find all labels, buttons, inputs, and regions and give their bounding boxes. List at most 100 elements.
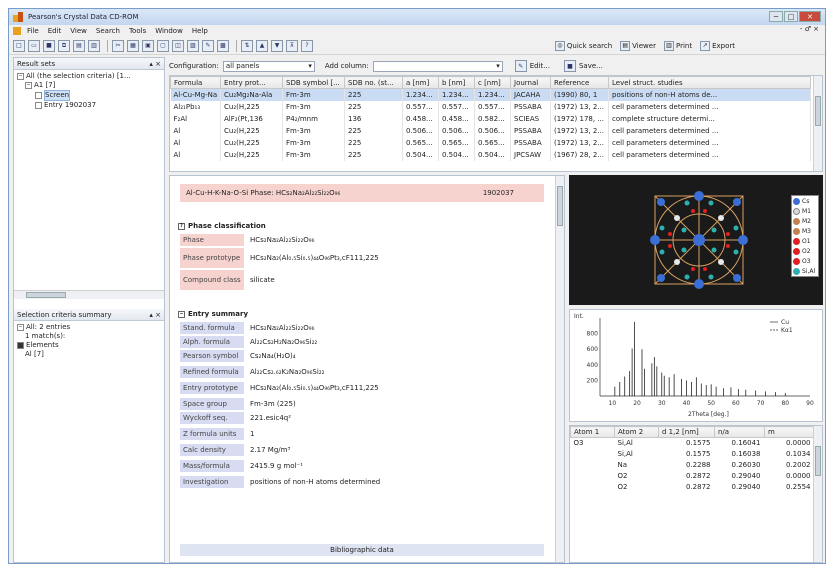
bibliographic-data-heading[interactable]: Bibliographic data — [180, 544, 544, 556]
column-header[interactable]: c [nm] — [474, 76, 511, 89]
mdi-controls[interactable]: - ♂ × — [800, 25, 819, 33]
minimize-button[interactable]: ─ — [769, 11, 783, 22]
tree-item-entry[interactable]: Entry 1902037 — [17, 101, 161, 110]
table-row[interactable]: Al Cu₂(H,225 Fm-3m 225 0.504... 0.504... 0.504… — [170, 148, 811, 161]
column-header[interactable]: Atom 2 — [614, 426, 659, 438]
filter-icon[interactable]: ⊼ — [286, 39, 298, 52]
structure-icon[interactable]: ▩ — [217, 39, 229, 52]
table-row[interactable]: Al Cu₂(H,225 Fm-3m 225 0.565... 0.565... 0.565… — [170, 136, 811, 149]
table-row[interactable]: Si,Al 0.1575 0.16038 0.1034 — [571, 449, 815, 460]
save-icon[interactable]: ■ — [43, 39, 55, 52]
up-icon[interactable]: ▲ — [256, 39, 268, 52]
view-table-icon[interactable]: ▣ — [142, 39, 154, 52]
grid-icon[interactable]: ▦ — [127, 39, 139, 52]
table-row[interactable]: F₂Al AlF₂(Pt,136 P4₂/mnm 136 0.458... 0.458..… — [170, 112, 811, 125]
menu-edit[interactable]: Edit — [48, 27, 62, 35]
title-bar[interactable]: Pearson's Crystal Data CD-ROM ─ □ ✕ — [9, 9, 825, 25]
column-header[interactable]: b [nm] — [438, 76, 475, 89]
column-header[interactable]: Atom 1 — [570, 426, 615, 438]
table-row[interactable]: O3 Si,Al 0.1575 0.16041 0.0000 — [571, 438, 815, 449]
column-header[interactable]: n/a — [714, 426, 765, 438]
paste-icon[interactable]: ▤ — [73, 39, 85, 52]
tree-horizontal-scrollbar[interactable] — [14, 290, 164, 299]
open-icon[interactable]: ▭ — [28, 39, 40, 52]
scroll-thumb[interactable] — [815, 446, 821, 476]
table-cell: 0.29040 — [731, 483, 761, 491]
table-cell: PSSABA — [510, 124, 551, 137]
expand-icon[interactable]: − — [25, 82, 32, 89]
diffraction-pattern-chart[interactable]: Int. 2Theta [deg.] 200 400 600 800 10 20 30 40… — [569, 309, 823, 422]
tree-item-screen[interactable]: Screen — [17, 90, 161, 101]
edit-button[interactable]: Edit... — [530, 62, 550, 70]
entry-summary-heading[interactable]: − Entry summary — [178, 310, 248, 318]
table-row[interactable]: Al₂₁Pb₁₃ Cu₂(H,225 Fm-3m 225 0.557... 0.557..… — [170, 100, 811, 113]
column-header[interactable]: Entry prot... — [220, 76, 283, 89]
collapse-icon[interactable]: ? — [178, 222, 185, 230]
expand-icon[interactable]: − — [17, 73, 24, 80]
view-split-icon[interactable]: ◫ — [172, 39, 184, 52]
save-config-icon[interactable]: ■ — [563, 60, 576, 72]
column-header[interactable]: SDB symbol [... — [282, 76, 345, 89]
table-cell: 1.234... — [402, 88, 439, 101]
edit-icon[interactable]: ✎ — [514, 60, 527, 72]
help-icon[interactable]: ? — [301, 39, 313, 52]
menu-tools[interactable]: Tools — [129, 27, 146, 35]
phase-classification-heading[interactable]: ? Phase classification — [178, 222, 266, 230]
column-header[interactable]: d 1,2 [nm] — [658, 426, 715, 438]
pane-pin-icon[interactable]: ▴ × — [149, 60, 161, 68]
tree-item-a1[interactable]: − A1 [7] — [17, 81, 161, 90]
table-row[interactable]: O2 0.2872 0.29040 0.0000 — [571, 471, 815, 482]
table-row[interactable]: Al-Cu-Mg-Na Cu₂Mg₂Na-Ala Fm-3m 225 1.234... 1… — [170, 88, 811, 101]
export-button[interactable]: ↗ Export — [700, 40, 735, 51]
configuration-dropdown[interactable]: all panels — [222, 60, 315, 72]
criteria-item[interactable]: Elements — [17, 341, 161, 350]
document-icon — [35, 102, 42, 109]
scroll-thumb[interactable] — [815, 96, 821, 126]
distances-vertical-scrollbar[interactable] — [813, 426, 822, 562]
crystal-structure-view[interactable]: Cs M1 M2 M3 O1 O2 O3 Si,Al — [569, 175, 823, 305]
menu-view[interactable]: View — [70, 27, 87, 35]
save-config-button[interactable]: Save... — [579, 62, 603, 70]
pane-pin-icon[interactable]: ▴ × — [149, 311, 161, 319]
sort-icon[interactable]: ⇅ — [241, 39, 253, 52]
column-header[interactable]: Level struct. studies — [608, 76, 811, 89]
column-header[interactable]: Reference — [550, 76, 609, 89]
table-cell: 225 — [344, 88, 403, 101]
menu-help[interactable]: Help — [192, 27, 208, 35]
view-cell-icon[interactable]: ▢ — [157, 39, 169, 52]
new-icon[interactable]: □ — [13, 39, 25, 52]
menu-search[interactable]: Search — [96, 27, 120, 35]
scroll-thumb[interactable] — [557, 186, 563, 226]
cut-icon[interactable]: ✂ — [112, 39, 124, 52]
criteria-item[interactable]: Al [7] — [17, 350, 161, 359]
scroll-thumb[interactable] — [26, 292, 66, 298]
viewer-button[interactable]: ▤ Viewer — [620, 40, 656, 51]
criteria-item[interactable]: 1 match(s): — [17, 332, 161, 341]
table-row[interactable]: Na 0.2288 0.26030 0.2002 — [571, 460, 815, 471]
copy-icon[interactable]: ⧉ — [58, 39, 70, 52]
add-column-dropdown[interactable] — [372, 60, 503, 72]
grid-vertical-scrollbar[interactable] — [813, 76, 822, 171]
print-button[interactable]: ▥ Print — [663, 40, 692, 51]
tree-item-all[interactable]: − All (the selection criteria) [1... — [17, 72, 161, 81]
quick-search-button[interactable]: ◎ Quick search — [554, 40, 612, 51]
criteria-item[interactable]: − All: 2 entries — [17, 323, 161, 332]
table-row[interactable]: Al Cu₂(H,225 Fm-3m 225 0.506... 0.506... 0.506… — [170, 124, 811, 137]
close-button[interactable]: ✕ — [799, 11, 821, 22]
collapse-icon[interactable]: − — [178, 310, 185, 318]
pen-icon[interactable]: ✎ — [202, 39, 214, 52]
table-row[interactable]: O2 0.2872 0.29040 0.2554 — [571, 482, 815, 493]
column-header[interactable]: a [nm] — [402, 76, 439, 89]
print-icon[interactable]: ▥ — [88, 39, 100, 52]
detail-vertical-scrollbar[interactable] — [555, 176, 564, 562]
column-header[interactable]: m — [764, 426, 815, 438]
expand-icon[interactable]: − — [17, 324, 24, 331]
column-header[interactable]: Journal — [510, 76, 551, 89]
menu-file[interactable]: File — [27, 27, 39, 35]
column-header[interactable]: Formula — [170, 76, 221, 89]
view-pattern-icon[interactable]: ▨ — [187, 39, 199, 52]
down-icon[interactable]: ▼ — [271, 39, 283, 52]
column-header[interactable]: SDB no. (st... — [344, 76, 403, 89]
menu-window[interactable]: Window — [155, 27, 183, 35]
maximize-button[interactable]: □ — [784, 11, 798, 22]
